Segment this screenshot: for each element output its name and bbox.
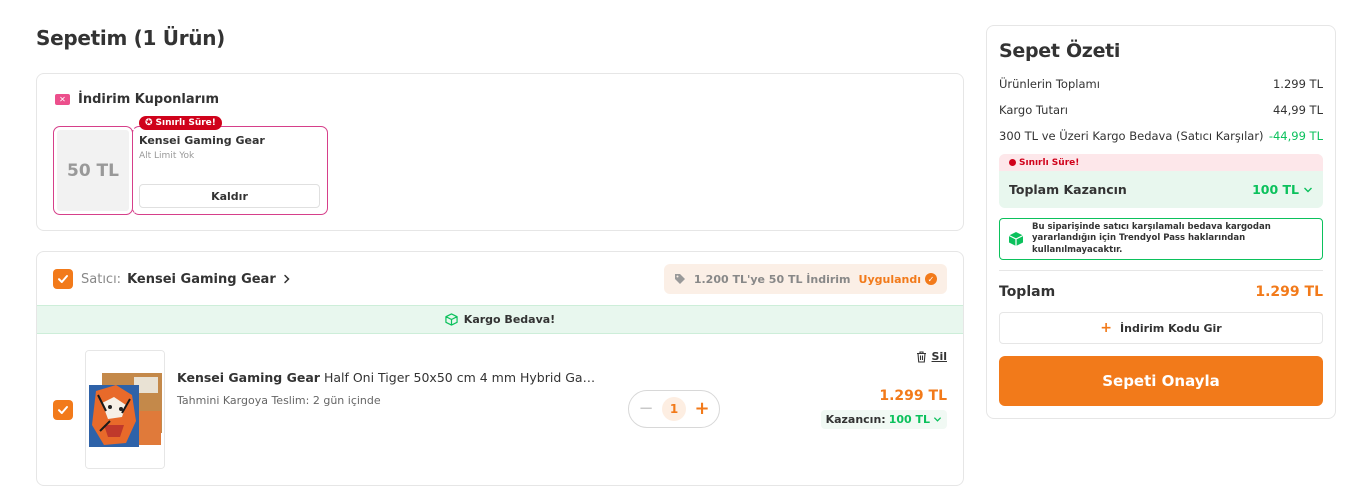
total-savings-row: Toplam Kazancın 100 TL — [999, 171, 1323, 208]
limited-time-text: Sınırlı Süre! — [155, 118, 216, 128]
coupon-amount: 50 TL — [53, 126, 133, 215]
summary-label: 300 TL ve Üzeri Kargo Bedava (Satıcı Kar… — [999, 129, 1264, 143]
limited-time-strip: Sınırlı Süre! — [999, 154, 1323, 171]
delete-label: Sil — [931, 350, 947, 363]
coupon-limit: Alt Limit Yok — [139, 151, 195, 161]
check-circle-icon: ✓ — [925, 273, 937, 285]
product-title[interactable]: Kensei Gaming Gear Half Oni Tiger 50x50 … — [177, 370, 597, 385]
summary-title: Sepet Özeti — [999, 40, 1121, 62]
quantity-value: 1 — [662, 397, 686, 421]
discount-code-label: İndirim Kodu Gir — [1120, 321, 1222, 335]
confirm-cart-button[interactable]: Sepeti Onayla — [999, 356, 1323, 406]
cart-summary: Sepet Özeti Ürünlerin Toplamı 1.299 TL K… — [986, 25, 1336, 419]
trash-icon — [916, 350, 926, 363]
seller-header: Satıcı: Kensei Gaming Gear — [53, 269, 292, 289]
summary-label: Kargo Tutarı — [999, 103, 1068, 117]
product-image[interactable] — [85, 350, 165, 469]
limited-time-text: Sınırlı Süre! — [1019, 157, 1080, 168]
coupon-card: ✪ Sınırlı Süre! Kensei Gaming Gear Alt L… — [132, 116, 328, 215]
item-savings-label: Kazancın: — [825, 413, 886, 426]
increase-quantity-button[interactable]: + — [693, 400, 711, 418]
decrease-quantity-button[interactable]: − — [637, 400, 655, 418]
total-label: Toplam — [999, 284, 1056, 300]
summary-value: 44,99 TL — [1272, 103, 1323, 117]
chevron-down-icon — [1304, 187, 1312, 192]
chevron-down-icon — [933, 417, 942, 422]
total-savings-value-wrap: 100 TL — [1252, 182, 1313, 197]
total-savings-value: 100 TL — [1252, 182, 1299, 197]
free-cargo-banner: Kargo Bedava! — [37, 305, 963, 334]
total-savings-box[interactable]: Sınırlı Süre! Toplam Kazancın 100 TL — [999, 154, 1323, 208]
coupon-section: ✕ İndirim Kuponlarım 50 TL ✪ Sınırlı Sür… — [36, 73, 964, 231]
summary-value: -44,99 TL — [1268, 129, 1323, 143]
summary-row-free-cargo: 300 TL ve Üzeri Kargo Bedava (Satıcı Kar… — [999, 129, 1323, 143]
delivery-estimate: Tahmini Kargoya Teslim: 2 gün içinde — [177, 394, 381, 407]
coupon-heading: ✕ İndirim Kuponlarım — [55, 92, 219, 107]
delete-item-button[interactable]: Sil — [916, 350, 947, 363]
chevron-right-icon[interactable] — [282, 274, 292, 284]
page-title: Sepetim (1 Ürün) — [36, 26, 226, 50]
trendyol-pass-note: Bu siparişinde satıcı karşılamalı bedava… — [999, 218, 1323, 260]
summary-total: Toplam 1.299 TL — [999, 284, 1323, 300]
item-checkbox[interactable] — [53, 400, 73, 420]
seller-section: Satıcı: Kensei Gaming Gear 1.200 TL'ye 5… — [36, 251, 964, 486]
star-icon: ✪ — [145, 118, 153, 128]
enter-discount-code-button[interactable]: + İndirim Kodu Gir — [999, 312, 1323, 344]
plus-icon: + — [1100, 320, 1113, 336]
coupon-seller: Kensei Gaming Gear — [139, 134, 265, 147]
package-icon — [445, 313, 458, 326]
delivery-value: 2 gün içinde — [312, 394, 381, 407]
summary-row-cargo: Kargo Tutarı 44,99 TL — [999, 103, 1323, 117]
seller-label: Satıcı: — [81, 271, 122, 287]
limited-time-badge: ✪ Sınırlı Süre! — [139, 116, 222, 130]
delivery-label: Tahmini Kargoya Teslim: — [177, 394, 310, 407]
pass-note-text: Bu siparişinde satıcı karşılamalı bedava… — [1032, 221, 1271, 255]
product-thumbnail — [86, 351, 164, 468]
product-brand: Kensei Gaming Gear — [177, 370, 320, 385]
coupon-heading-text: İndirim Kuponlarım — [78, 92, 220, 107]
seller-discount-pill: 1.200 TL'ye 50 TL İndirim Uygulandı ✓ — [663, 264, 947, 294]
check-icon — [58, 406, 68, 414]
summary-row-products: Ürünlerin Toplamı 1.299 TL — [999, 77, 1323, 91]
discount-applied: Uygulandı ✓ — [859, 273, 937, 286]
seller-checkbox[interactable] — [53, 269, 73, 289]
item-savings[interactable]: Kazancın: 100 TL — [820, 410, 947, 429]
item-price: 1.299 TL — [879, 388, 947, 404]
clock-icon — [1009, 159, 1016, 166]
package-icon — [1008, 232, 1024, 246]
check-icon — [58, 275, 68, 283]
summary-value: 1.299 TL — [1272, 77, 1323, 91]
total-savings-label: Toplam Kazancın — [1009, 182, 1127, 197]
summary-divider — [999, 270, 1323, 271]
seller-name-link[interactable]: Kensei Gaming Gear — [127, 272, 276, 287]
total-value: 1.299 TL — [1255, 284, 1323, 300]
product-name: Half Oni Tiger 50x50 cm 4 mm Hybrid Gami… — [323, 370, 597, 385]
quantity-stepper: − 1 + — [628, 390, 720, 428]
item-savings-value: 100 TL — [888, 413, 930, 426]
free-cargo-text: Kargo Bedava! — [463, 313, 556, 326]
discount-applied-text: Uygulandı — [858, 272, 921, 286]
coupon-icon: ✕ — [55, 94, 70, 105]
discount-text: 1.200 TL'ye 50 TL İndirim — [693, 272, 851, 286]
summary-label: Ürünlerin Toplamı — [999, 77, 1100, 91]
remove-coupon-button[interactable]: Kaldır — [139, 184, 320, 208]
tag-icon — [674, 274, 685, 284]
